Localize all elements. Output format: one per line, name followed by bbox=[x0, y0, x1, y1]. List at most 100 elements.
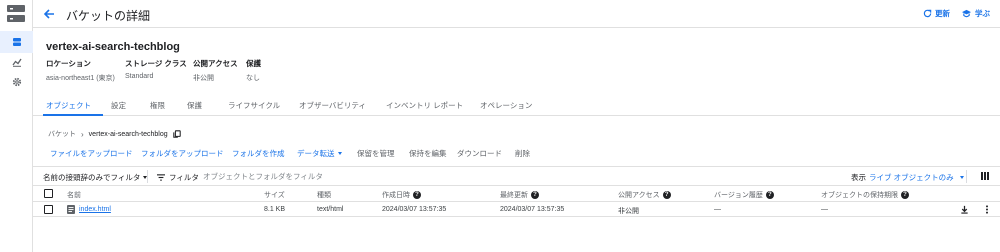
file-name-link[interactable]: index.html bbox=[79, 206, 111, 213]
tab-objects[interactable]: オブジェクト bbox=[46, 100, 91, 111]
edit-access-button[interactable]: 保持を編集 bbox=[409, 148, 447, 159]
page-header: バケットの詳細 更新 学ぶ bbox=[33, 0, 1000, 28]
rail-item-buckets[interactable] bbox=[0, 31, 33, 53]
chevron-down-icon bbox=[337, 152, 342, 155]
transfer-data-button[interactable]: データ転送 bbox=[297, 148, 342, 159]
manage-holds-button[interactable]: 保留を管理 bbox=[357, 148, 395, 159]
meta-value: なし bbox=[246, 75, 260, 82]
meta-label: 保護 bbox=[246, 59, 261, 68]
prefix-filter-label: 名前の接頭辞のみでフィルタ bbox=[43, 173, 141, 182]
filter-label: フィルタ bbox=[169, 173, 199, 182]
divider bbox=[147, 170, 148, 183]
transfer-data-label: データ転送 bbox=[297, 149, 335, 158]
column-header-public-access[interactable]: 公開アクセス ? bbox=[618, 190, 671, 200]
copy-icon[interactable] bbox=[172, 130, 181, 138]
prefix-filter-dropdown[interactable]: 名前の接頭辞のみでフィルタ bbox=[43, 172, 148, 183]
row-checkbox[interactable] bbox=[44, 205, 53, 214]
tab-lifecycle[interactable]: ライフサイクル bbox=[228, 100, 280, 111]
tab-configuration[interactable]: 設定 bbox=[111, 100, 126, 111]
show-value-dropdown[interactable]: ライブ オブジェクトのみ bbox=[869, 172, 964, 183]
refresh-icon bbox=[923, 9, 932, 18]
help-icon[interactable]: ? bbox=[765, 191, 774, 199]
bucket-name: vertex-ai-search-techblog bbox=[46, 41, 180, 53]
help-icon[interactable]: ? bbox=[901, 191, 909, 199]
refresh-button[interactable]: 更新 bbox=[923, 8, 950, 19]
column-header-public-access-label: 公開アクセス bbox=[618, 192, 660, 199]
meta-value: asia-northeast1 (東京) bbox=[46, 75, 115, 82]
cell-updated: 2024/03/07 13:57:35 bbox=[500, 206, 565, 213]
column-header-size[interactable]: サイズ bbox=[264, 190, 285, 200]
select-all-checkbox[interactable] bbox=[44, 189, 53, 198]
meta-value: Standard bbox=[125, 73, 154, 80]
meta-label: 公開アクセス bbox=[193, 59, 238, 68]
back-arrow-icon[interactable] bbox=[41, 6, 57, 22]
rail-item-settings[interactable] bbox=[0, 71, 33, 93]
table-row[interactable]: index.html 8.1 KB text/html 2024/03/07 1… bbox=[33, 202, 1000, 217]
refresh-label: 更新 bbox=[935, 9, 950, 18]
column-header-type[interactable]: 種類 bbox=[317, 190, 331, 200]
column-header-retention[interactable]: オブジェクトの保持期限 ? bbox=[821, 190, 909, 200]
meta-label: ストレージ クラス bbox=[125, 59, 187, 68]
chevron-right-icon: › bbox=[81, 129, 84, 139]
chart-icon bbox=[11, 58, 22, 67]
tab-permissions[interactable]: 権限 bbox=[150, 100, 165, 111]
divider bbox=[966, 170, 967, 183]
filter-label-group: フィルタ bbox=[157, 172, 199, 183]
show-filter: 表示 ライブ オブジェクトのみ bbox=[851, 172, 964, 183]
tab-protection[interactable]: 保護 bbox=[187, 100, 202, 111]
download-icon[interactable] bbox=[960, 205, 969, 214]
cell-retention: — bbox=[821, 206, 828, 213]
download-button[interactable]: ダウンロード bbox=[457, 148, 502, 159]
delete-button[interactable]: 削除 bbox=[515, 148, 530, 159]
page-title: バケットの詳細 bbox=[66, 9, 151, 23]
tab-bar: オブジェクト 設定 権限 保護 ライフサイクル オブザーバビリティ インベントリ… bbox=[33, 95, 1000, 116]
cell-type: text/html bbox=[317, 206, 344, 213]
storage-menu-icon[interactable] bbox=[7, 5, 25, 22]
column-header-updated-label: 最終更新 bbox=[500, 192, 528, 199]
upload-files-button[interactable]: ファイルをアップロード bbox=[50, 148, 133, 159]
column-header-retention-label: オブジェクトの保持期限 bbox=[821, 192, 898, 199]
meta-location: ロケーション asia-northeast1 (東京) bbox=[46, 58, 115, 83]
bucket-icon bbox=[12, 38, 21, 46]
learn-button[interactable]: 学ぶ bbox=[961, 8, 990, 19]
breadcrumb-current: vertex-ai-search-techblog bbox=[88, 130, 168, 138]
more-vert-icon[interactable] bbox=[985, 205, 989, 214]
help-icon[interactable]: ? bbox=[662, 191, 671, 199]
cell-version-history: — bbox=[714, 206, 721, 213]
column-header-version-history-label: バージョン履歴 bbox=[714, 192, 763, 199]
file-icon bbox=[67, 205, 75, 214]
tab-observability[interactable]: オブザーバビリティ bbox=[299, 100, 366, 111]
meta-label: ロケーション bbox=[46, 59, 91, 68]
tab-operations[interactable]: オペレーション bbox=[480, 100, 532, 111]
filter-input[interactable] bbox=[203, 170, 603, 183]
help-icon[interactable]: ? bbox=[531, 191, 539, 199]
active-tab-indicator bbox=[43, 114, 103, 116]
tab-inventory-reports[interactable]: インベントリ レポート bbox=[386, 100, 463, 111]
column-header-updated[interactable]: 最終更新 ? bbox=[500, 190, 539, 200]
meta-protection: 保護 なし bbox=[246, 58, 261, 83]
cell-public-access: 非公開 bbox=[618, 208, 639, 215]
school-icon bbox=[962, 9, 971, 18]
column-header-created[interactable]: 作成日時 ? bbox=[382, 190, 421, 200]
meta-value: 非公開 bbox=[193, 75, 214, 82]
upload-folder-button[interactable]: フォルダをアップロード bbox=[141, 148, 224, 159]
filter-icon bbox=[157, 174, 165, 181]
app-root: バケットの詳細 更新 学ぶ vertex-ai-search-techblog … bbox=[0, 0, 1000, 252]
left-rail bbox=[0, 0, 33, 252]
help-icon[interactable]: ? bbox=[413, 191, 421, 199]
column-header-created-label: 作成日時 bbox=[382, 192, 410, 199]
column-header-version-history[interactable]: バージョン履歴 ? bbox=[714, 190, 774, 200]
rail-item-monitoring[interactable] bbox=[0, 51, 33, 73]
filter-bar: 名前の接頭辞のみでフィルタ フィルタ 表示 ライブ オブジェクトのみ bbox=[33, 166, 1000, 186]
column-header-name[interactable]: 名前 bbox=[67, 190, 81, 200]
create-folder-button[interactable]: フォルダを作成 bbox=[232, 148, 285, 159]
chevron-down-icon bbox=[959, 176, 964, 179]
breadcrumb-root[interactable]: バケット bbox=[48, 129, 76, 139]
density-icon[interactable] bbox=[981, 172, 989, 180]
show-label: 表示 bbox=[851, 173, 866, 182]
table-header: 名前 サイズ 種類 作成日時 ? 最終更新 ? 公開アクセス ? バージョン履歴… bbox=[33, 186, 1000, 202]
meta-storage-class: ストレージ クラス Standard bbox=[125, 58, 187, 80]
gear-icon bbox=[12, 77, 21, 87]
show-value: ライブ オブジェクトのみ bbox=[869, 173, 954, 182]
breadcrumb: バケット › vertex-ai-search-techblog bbox=[48, 129, 181, 139]
